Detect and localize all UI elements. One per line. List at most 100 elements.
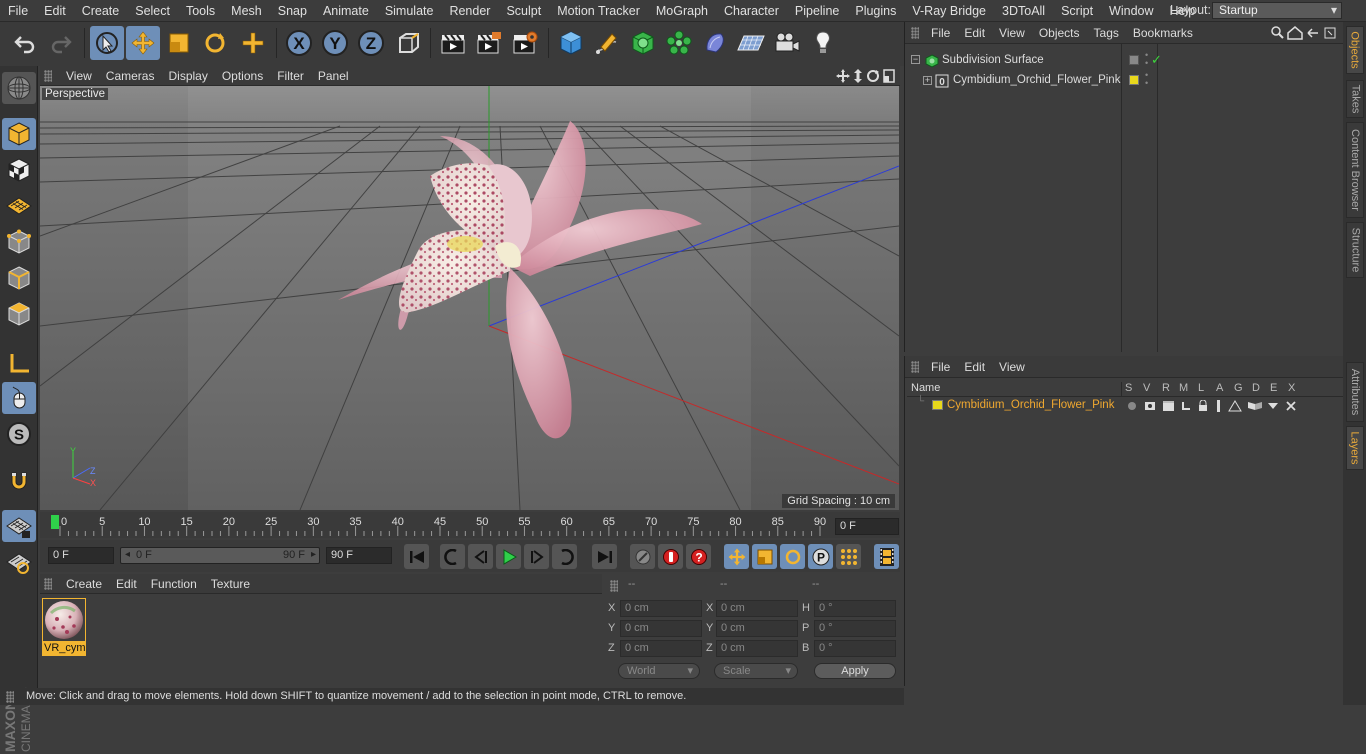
- viewport-menu-options[interactable]: Options: [222, 69, 263, 83]
- key-pla-button[interactable]: [836, 544, 861, 569]
- key-parameter-button[interactable]: P: [808, 544, 833, 569]
- camera-button[interactable]: [770, 26, 804, 60]
- menu-character[interactable]: Character: [716, 4, 787, 18]
- render-settings-button[interactable]: [508, 26, 542, 60]
- rot-b-field[interactable]: 0 °: [814, 640, 896, 657]
- floor-button[interactable]: [734, 26, 768, 60]
- panel-grip[interactable]: [610, 580, 618, 592]
- material-swatch[interactable]: VR_cyml: [42, 598, 86, 656]
- key-rotation-button[interactable]: [780, 544, 805, 569]
- record-off-button[interactable]: [630, 544, 655, 569]
- key-position-button[interactable]: [724, 544, 749, 569]
- coordinate-system-button[interactable]: [392, 26, 426, 60]
- recent-tool-button[interactable]: [236, 26, 270, 60]
- rotate-tool-button[interactable]: [198, 26, 232, 60]
- redo-button[interactable]: [44, 26, 78, 60]
- z-axis-button[interactable]: Z: [354, 26, 388, 60]
- object-menu-view[interactable]: View: [999, 26, 1025, 40]
- object-row-subdivision-surface[interactable]: − Subdivision Surface • • ✓: [907, 51, 1343, 70]
- layer-menu-file[interactable]: File: [931, 360, 950, 374]
- tab-objects[interactable]: Objects: [1346, 26, 1364, 74]
- go-to-start-button[interactable]: [404, 544, 429, 569]
- object-menu-file[interactable]: File: [931, 26, 950, 40]
- cloner-button[interactable]: [662, 26, 696, 60]
- viewport-menu-panel[interactable]: Panel: [318, 69, 349, 83]
- viewport-menu-display[interactable]: Display: [168, 69, 207, 83]
- col-v-header[interactable]: V: [1143, 382, 1150, 394]
- menu-tools[interactable]: Tools: [178, 4, 223, 18]
- edges-mode-button[interactable]: [2, 262, 36, 294]
- menu-plugins[interactable]: Plugins: [847, 4, 904, 18]
- viewport-menu-filter[interactable]: Filter: [277, 69, 304, 83]
- menu-file[interactable]: File: [0, 4, 36, 18]
- rot-p-field[interactable]: 0 °: [814, 620, 896, 637]
- col-m-header[interactable]: M: [1179, 382, 1188, 394]
- current-frame-field[interactable]: 0 F: [835, 518, 899, 535]
- render-to-picture-viewer-button[interactable]: [472, 26, 506, 60]
- pen-spline-button[interactable]: [590, 26, 624, 60]
- workplane-lock-button[interactable]: [2, 510, 36, 542]
- layer-name[interactable]: Cymbidium_Orchid_Flower_Pink: [947, 399, 1114, 411]
- visibility-dots[interactable]: • •: [1145, 71, 1148, 88]
- playhead[interactable]: [51, 515, 59, 529]
- timeline-ticks[interactable]: 0 5 10 15 20 25 30 35 40 45 50 55 60 65 70 75 80 85 90: [40, 512, 900, 538]
- make-editable-button[interactable]: [2, 72, 36, 104]
- axis-mode-button[interactable]: [2, 348, 36, 380]
- snap-button[interactable]: [2, 466, 36, 498]
- material-menu-edit[interactable]: Edit: [116, 577, 137, 591]
- move-tool-button[interactable]: [126, 26, 160, 60]
- layer-swatch-empty[interactable]: [1129, 55, 1139, 65]
- points-mode-button[interactable]: [2, 226, 36, 258]
- panel-grip[interactable]: [911, 361, 919, 373]
- tab-attributes[interactable]: Attributes: [1346, 362, 1364, 422]
- material-menu-function[interactable]: Function: [151, 577, 197, 591]
- pos-z-field[interactable]: 0 cm: [620, 640, 702, 657]
- layer-swatch-yellow[interactable]: [1129, 75, 1139, 85]
- frame-range-slider[interactable]: ◂ 0 F 90 F ▸: [120, 547, 320, 564]
- col-d-header[interactable]: D: [1252, 382, 1260, 394]
- next-frame-button[interactable]: [524, 544, 549, 569]
- previous-key-button[interactable]: [440, 544, 465, 569]
- menu-pipeline[interactable]: Pipeline: [787, 4, 847, 18]
- col-e-header[interactable]: E: [1270, 382, 1277, 394]
- col-r-header[interactable]: R: [1162, 382, 1170, 394]
- deformer-button[interactable]: [698, 26, 732, 60]
- pos-y-field[interactable]: 0 cm: [620, 620, 702, 637]
- tab-takes[interactable]: Takes: [1346, 80, 1364, 118]
- x-axis-button[interactable]: X: [282, 26, 316, 60]
- material-menu-texture[interactable]: Texture: [211, 577, 250, 591]
- menu-motion-tracker[interactable]: Motion Tracker: [549, 4, 648, 18]
- perspective-viewport[interactable]: Y Z X Perspective Grid Spacing : 10 cm: [40, 86, 899, 510]
- size-mode-dropdown[interactable]: Scale ▾: [714, 663, 798, 679]
- timeline-window-button[interactable]: [874, 544, 899, 569]
- size-z-field[interactable]: 0 cm: [716, 640, 798, 657]
- enabled-check-icon[interactable]: ✓: [1151, 52, 1162, 68]
- col-g-header[interactable]: G: [1234, 382, 1243, 394]
- menu-simulate[interactable]: Simulate: [377, 4, 442, 18]
- expand-icon[interactable]: +: [923, 76, 932, 85]
- layer-flag-icons[interactable]: [1127, 400, 1303, 412]
- apply-button[interactable]: Apply: [814, 663, 896, 679]
- menu-mesh[interactable]: Mesh: [223, 4, 270, 18]
- tab-structure[interactable]: Structure: [1346, 222, 1364, 278]
- tab-layers[interactable]: Layers: [1346, 426, 1364, 470]
- panel-grip[interactable]: [911, 27, 919, 39]
- panel-grip[interactable]: [44, 578, 52, 590]
- menu-script[interactable]: Script: [1053, 4, 1101, 18]
- live-selection-button[interactable]: [90, 26, 124, 60]
- visibility-dots[interactable]: • •: [1145, 51, 1148, 68]
- go-to-end-button[interactable]: [592, 544, 617, 569]
- layer-menu-view[interactable]: View: [999, 360, 1025, 374]
- coordinate-system-dropdown[interactable]: World ▾: [618, 663, 700, 679]
- panel-grip[interactable]: [44, 70, 52, 82]
- menu-snap[interactable]: Snap: [270, 4, 315, 18]
- scale-tool-button[interactable]: [162, 26, 196, 60]
- object-menu-bookmarks[interactable]: Bookmarks: [1133, 26, 1193, 40]
- menu-sculpt[interactable]: Sculpt: [498, 4, 549, 18]
- tab-content-browser[interactable]: Content Browser: [1346, 122, 1364, 218]
- play-button[interactable]: [496, 544, 521, 569]
- light-button[interactable]: [806, 26, 840, 60]
- render-view-button[interactable]: [436, 26, 470, 60]
- object-menu-objects[interactable]: Objects: [1039, 26, 1080, 40]
- viewport-menu-cameras[interactable]: Cameras: [106, 69, 155, 83]
